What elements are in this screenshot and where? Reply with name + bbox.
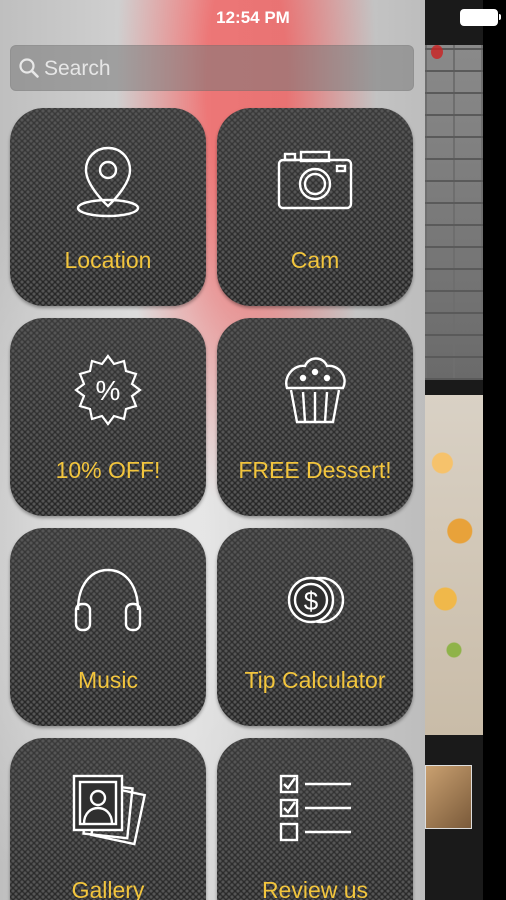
search-input[interactable]: [42, 53, 406, 85]
photo-gallery-icon: [72, 774, 147, 846]
discount-badge-icon: %: [74, 354, 142, 426]
menu-item-free-dessert[interactable]: FREE Dessert!: [217, 318, 413, 516]
menu-item-tip-calculator[interactable]: $ Tip Calculator: [217, 528, 413, 726]
food-thumbnail: [425, 765, 472, 829]
checklist-icon: [279, 774, 351, 842]
menu-item-gallery[interactable]: Gallery: [10, 738, 206, 900]
menu-item-label: 10% OFF!: [55, 457, 161, 483]
menu-item-location[interactable]: Location: [10, 108, 206, 306]
menu-item-music[interactable]: Music: [10, 528, 206, 726]
battery-icon: [460, 9, 501, 26]
menu-item-review-us[interactable]: Review us: [217, 738, 413, 900]
headphones-icon: [74, 568, 142, 632]
menu-item-label: Review us: [261, 877, 369, 900]
status-bar: 12:54 PM: [0, 0, 506, 34]
menu-item-label: Gallery: [71, 877, 145, 900]
status-time: 12:54 PM: [216, 8, 290, 27]
svg-text:$: $: [304, 586, 319, 616]
menu-item-label: Location: [64, 247, 152, 273]
menu-item-label: Tip Calculator: [244, 667, 386, 693]
red-accent: [431, 45, 443, 59]
menu-item-label: FREE Dessert!: [238, 457, 392, 483]
side-menu-drawer: Location Cam % 10% OFF!: [0, 0, 425, 900]
right-edge: [483, 0, 506, 900]
coins-dollar-icon: $: [287, 576, 345, 624]
search-icon: [19, 58, 39, 78]
background-content: [425, 0, 483, 900]
menu-item-label: Cam: [290, 247, 340, 273]
camera-icon: [277, 150, 353, 210]
search-bar[interactable]: [10, 45, 414, 91]
brick-wall-image: [425, 45, 483, 380]
menu-item-cam[interactable]: Cam: [217, 108, 413, 306]
muffin-icon: [285, 357, 346, 424]
menu-item-10-off[interactable]: % 10% OFF!: [10, 318, 206, 516]
svg-text:%: %: [96, 375, 121, 406]
menu-item-label: Music: [77, 667, 139, 693]
location-pin-icon: [76, 146, 140, 218]
food-image: [425, 395, 483, 735]
